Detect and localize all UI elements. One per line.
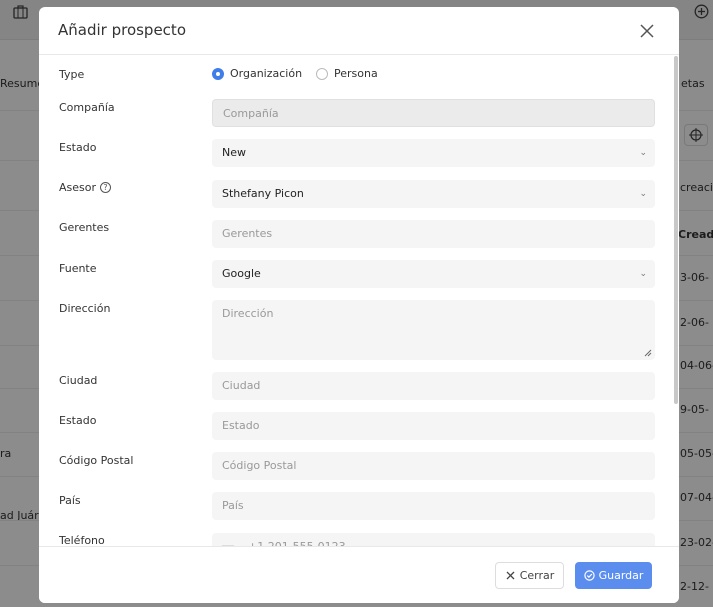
advisor-select[interactable]: Sthefany Picon ⌄ [212, 180, 655, 208]
chevron-down-icon: ⌄ [639, 269, 647, 279]
postal-code-input[interactable]: Código Postal [212, 452, 655, 480]
address-placeholder: Dirección [222, 307, 274, 320]
advisor-label: Asesor? [59, 181, 112, 194]
status-label: Estado [59, 141, 97, 154]
phone-label: Teléfono [59, 534, 105, 546]
city-input[interactable]: Ciudad [212, 372, 655, 400]
country-label: País [59, 494, 81, 507]
cancel-button[interactable]: Cerrar [495, 562, 564, 589]
chevron-down-icon: ⌄ [639, 148, 647, 158]
advisor-label-text: Asesor [59, 181, 97, 194]
modal-body[interactable]: Type Organización Persona Compañía Compa… [39, 56, 679, 546]
managers-input[interactable]: Gerentes [212, 220, 655, 248]
save-button[interactable]: Guardar [575, 562, 652, 589]
country-input[interactable]: País [212, 492, 655, 520]
close-icon [506, 571, 515, 580]
chevron-down-icon: ⌄ [639, 189, 647, 199]
postal-code-label: Código Postal [59, 454, 134, 467]
check-circle-icon [583, 570, 595, 581]
address-label: Dirección [59, 302, 111, 315]
help-icon[interactable]: ? [100, 182, 112, 193]
close-button[interactable] [637, 21, 657, 41]
city-label: Ciudad [59, 374, 98, 387]
modal-scrollbar[interactable] [674, 56, 678, 404]
save-label: Guardar [598, 569, 644, 582]
source-select[interactable]: Google ⌄ [212, 260, 655, 288]
type-radio-organization[interactable]: Organización [212, 67, 302, 80]
type-label: Type [59, 68, 85, 81]
modal-title: Añadir prospecto [58, 21, 186, 39]
phone-input[interactable]: +1 201-555-0123 [212, 533, 655, 546]
company-input[interactable]: Compañía [212, 99, 655, 127]
state-label: Estado [59, 414, 97, 427]
advisor-value: Sthefany Picon [222, 187, 304, 200]
modal-footer: Cerrar Guardar [39, 546, 679, 603]
source-value: Google [222, 267, 261, 280]
radio-unchecked-icon [316, 67, 328, 80]
type-radio-person[interactable]: Persona [316, 67, 378, 80]
status-select[interactable]: New ⌄ [212, 139, 655, 167]
cancel-label: Cerrar [519, 569, 555, 582]
resize-grip-icon[interactable] [644, 349, 652, 357]
address-textarea[interactable]: Dirección [212, 300, 655, 360]
state-input[interactable]: Estado [212, 412, 655, 440]
radio-label: Organización [230, 67, 303, 80]
source-label: Fuente [59, 262, 97, 275]
close-icon [640, 24, 654, 38]
radio-label: Persona [334, 67, 378, 80]
add-prospect-modal: Añadir prospecto Type Organización Perso… [39, 7, 679, 603]
managers-label: Gerentes [59, 221, 110, 234]
radio-checked-icon [212, 67, 224, 80]
company-label: Compañía [59, 101, 115, 114]
modal-header: Añadir prospecto [39, 7, 679, 55]
status-value: New [222, 146, 246, 159]
